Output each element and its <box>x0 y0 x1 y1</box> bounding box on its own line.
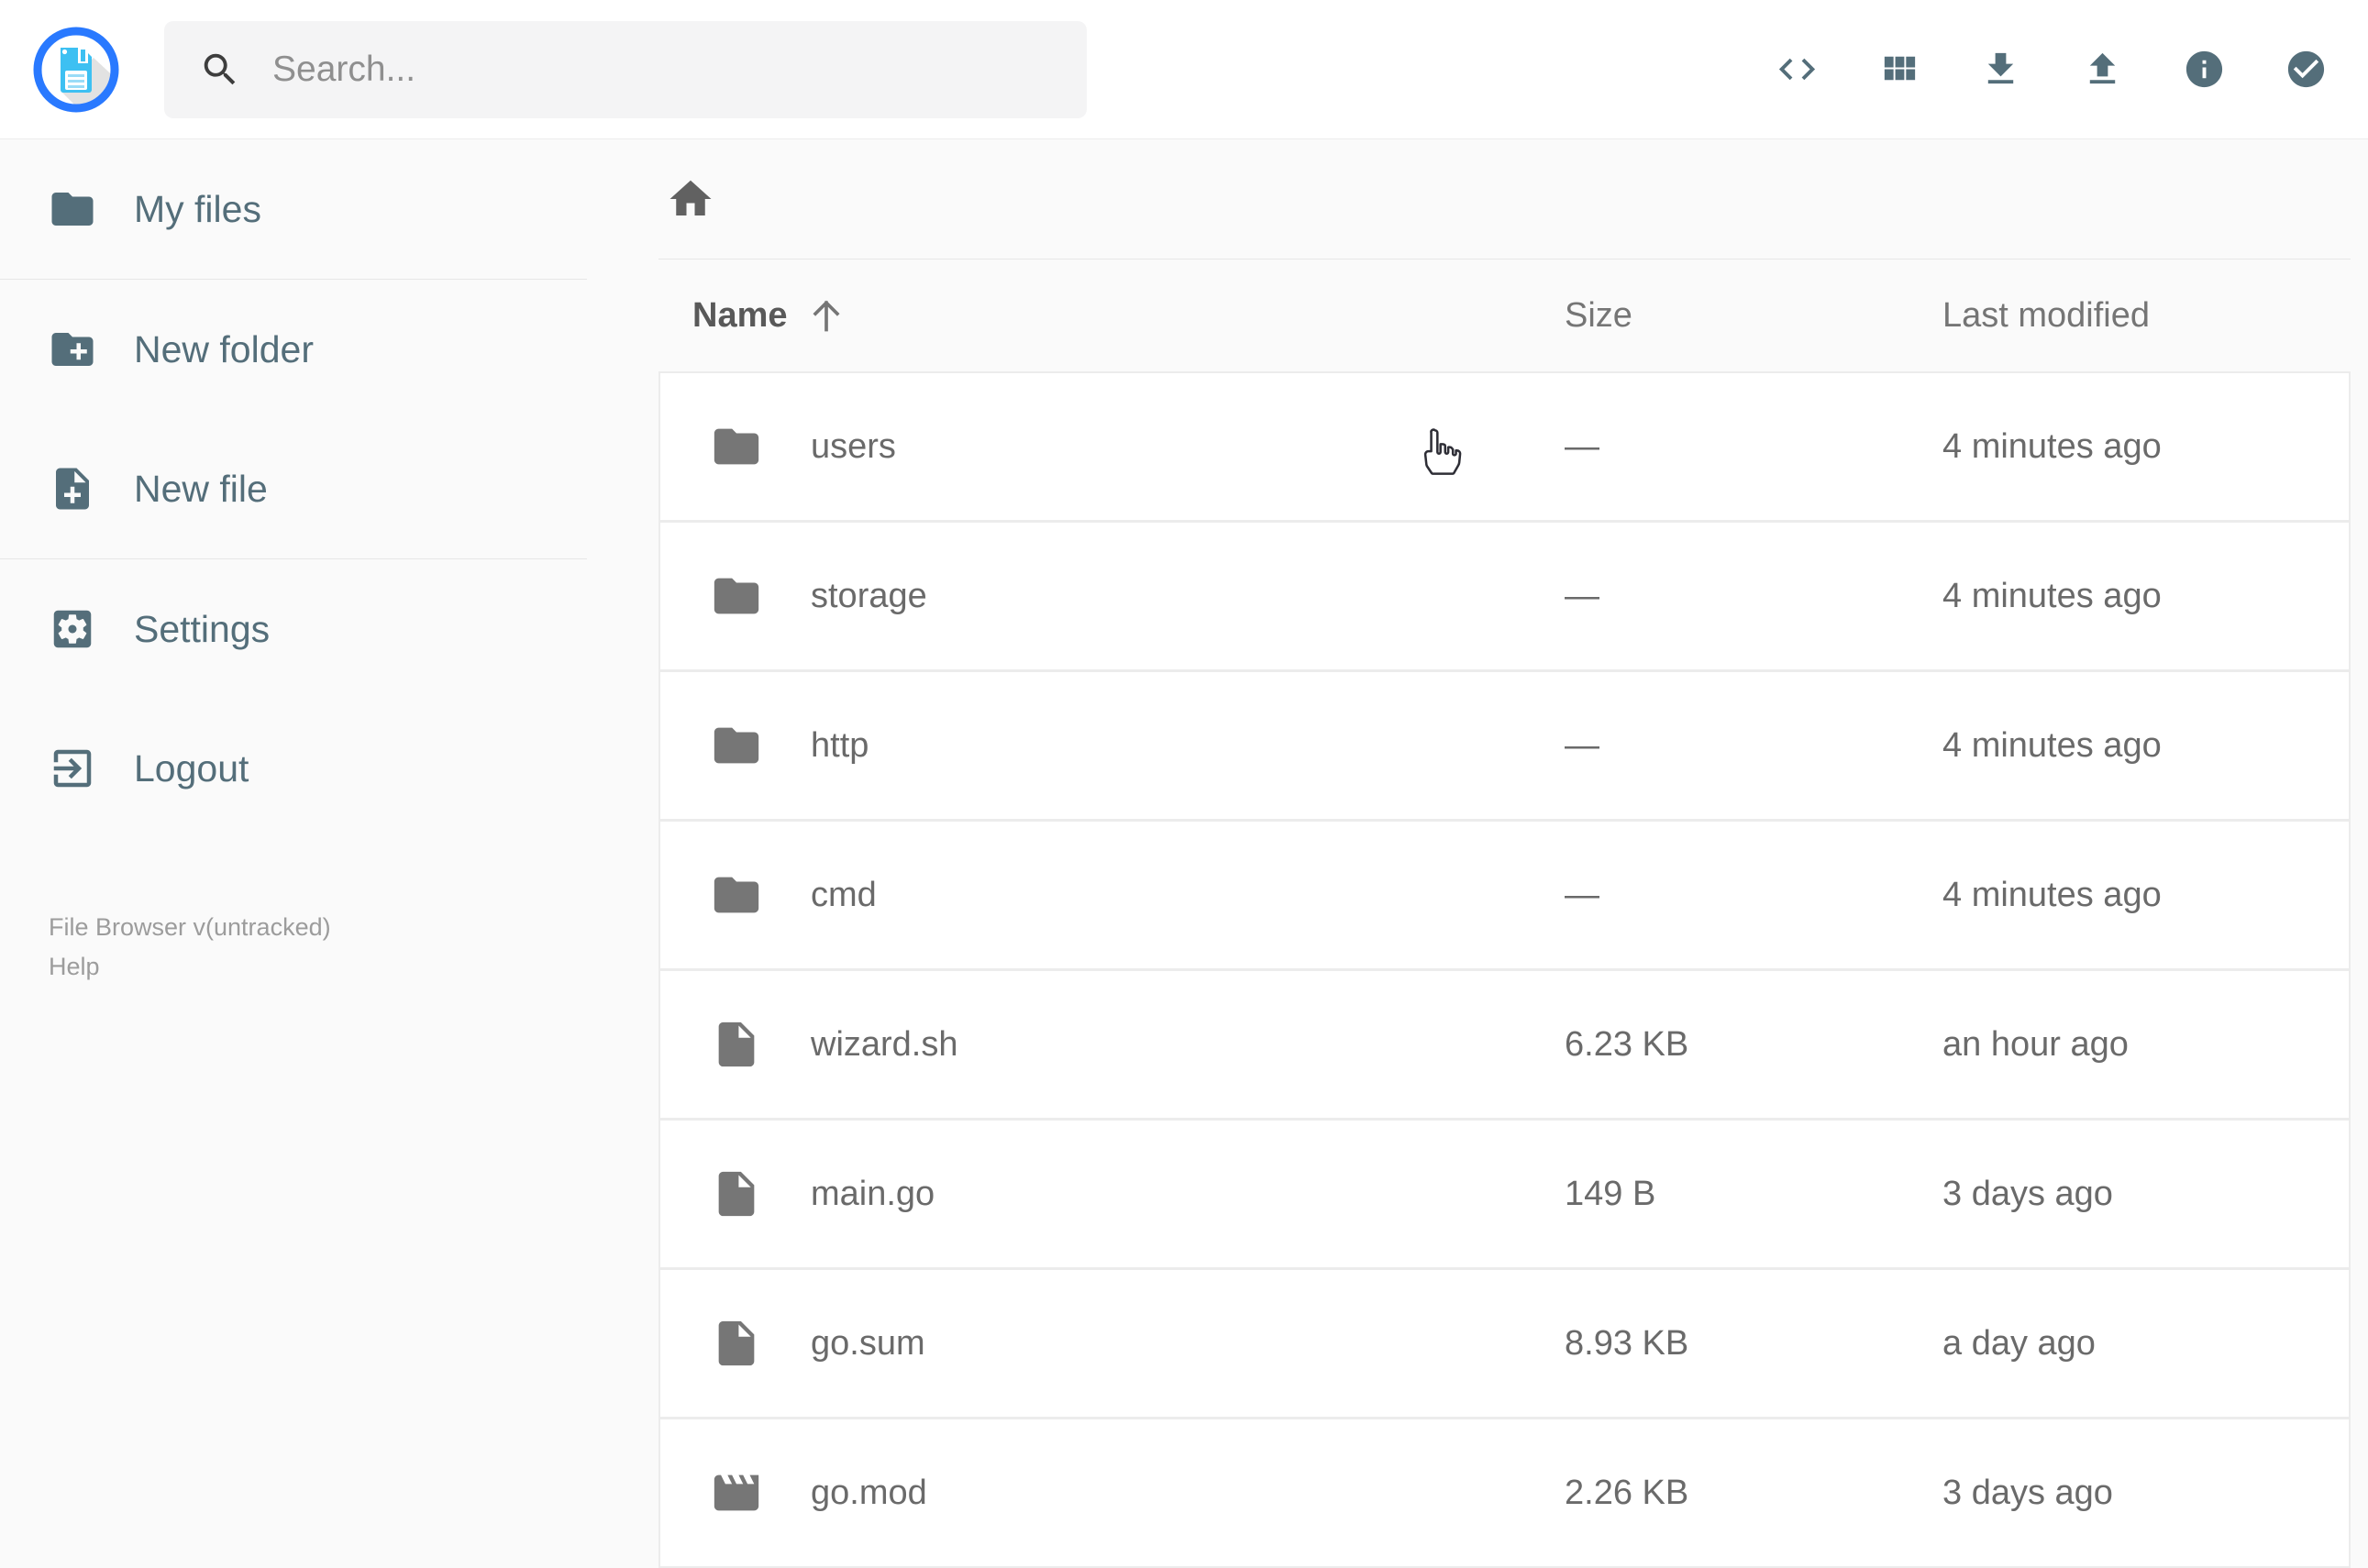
file-name: cmd <box>811 875 877 914</box>
file-plus-icon <box>56 468 89 510</box>
file-modified: 3 days ago <box>1942 1174 2113 1213</box>
app-version: File Browser v(untracked) <box>49 913 331 941</box>
file-name: users <box>811 426 896 466</box>
main-content: Name Size Last modified users — 4 minute… <box>587 139 2368 1568</box>
folder-icon <box>51 193 94 226</box>
file-modified: a day ago <box>1942 1323 2096 1363</box>
grid-view-icon[interactable] <box>1877 48 1920 91</box>
file-size: — <box>1565 725 1599 765</box>
table-row[interactable]: cmd — 4 minutes ago <box>660 819 2349 968</box>
gear-icon <box>53 610 92 648</box>
sidebar-item-label: New folder <box>134 327 314 370</box>
help-link[interactable]: Help <box>49 947 331 987</box>
home-icon[interactable] <box>666 174 715 224</box>
file-listing: users — 4 minutes ago storage — 4 minute… <box>658 371 2351 1568</box>
file-name: go.sum <box>811 1323 925 1363</box>
file-name: http <box>811 725 869 765</box>
sidebar-item-logout[interactable]: Logout <box>0 699 587 838</box>
file-modified: 4 minutes ago <box>1942 875 2162 914</box>
file-name: wizard.sh <box>811 1024 958 1064</box>
file-size: 149 B <box>1565 1174 1656 1213</box>
file-modified: 4 minutes ago <box>1942 576 2162 615</box>
search-input[interactable] <box>271 48 1059 91</box>
file-icon <box>718 1171 755 1217</box>
sidebar-item-label: New file <box>134 467 268 510</box>
column-header-name[interactable]: Name <box>658 295 1565 336</box>
table-row[interactable]: http — 4 minutes ago <box>660 669 2349 819</box>
file-modified: 3 days ago <box>1942 1473 2113 1512</box>
logout-icon <box>53 749 92 788</box>
column-header-modified[interactable]: Last modified <box>1942 296 2351 336</box>
download-icon[interactable] <box>1979 48 2022 91</box>
folder-icon <box>714 727 759 764</box>
file-icon <box>718 1021 755 1067</box>
filebrowser-app: My files New folder New file Settings Lo… <box>0 0 2368 1568</box>
info-icon[interactable] <box>2183 48 2226 91</box>
sidebar-item-settings[interactable]: Settings <box>0 559 587 699</box>
table-row[interactable]: users — 4 minutes ago <box>660 373 2349 520</box>
sidebar-item-new-file[interactable]: New file <box>0 419 587 558</box>
file-size: — <box>1565 576 1599 615</box>
check-circle-icon[interactable] <box>2285 48 2328 91</box>
file-name: go.mod <box>811 1473 927 1512</box>
movie-icon <box>714 1474 759 1511</box>
sidebar-item-label: Settings <box>134 607 271 650</box>
top-header <box>0 0 2368 139</box>
sidebar-item-new-folder[interactable]: New folder <box>0 280 587 419</box>
sidebar-item-label: My files <box>134 187 261 230</box>
search-bar[interactable] <box>164 20 1087 118</box>
table-row[interactable]: go.sum 8.93 KB a day ago <box>660 1267 2349 1417</box>
folder-icon <box>714 578 759 614</box>
file-name: storage <box>811 576 927 615</box>
breadcrumb <box>658 139 2351 259</box>
file-size: 6.23 KB <box>1565 1024 1689 1064</box>
table-row[interactable]: main.go 149 B 3 days ago <box>660 1118 2349 1267</box>
filebrowser-logo-icon[interactable] <box>29 23 123 116</box>
arrow-up-icon <box>806 295 847 336</box>
sidebar: My files New folder New file Settings Lo… <box>0 139 587 1522</box>
file-size: 2.26 KB <box>1565 1473 1689 1512</box>
code-icon[interactable] <box>1776 48 1819 91</box>
table-row[interactable]: storage — 4 minutes ago <box>660 520 2349 669</box>
file-name: main.go <box>811 1174 935 1213</box>
table-row[interactable]: wizard.sh 6.23 KB an hour ago <box>660 968 2349 1118</box>
file-size: — <box>1565 875 1599 914</box>
folder-plus-icon <box>51 333 94 366</box>
file-modified: 4 minutes ago <box>1942 725 2162 765</box>
column-header-size[interactable]: Size <box>1565 296 1942 336</box>
upload-icon[interactable] <box>2081 48 2124 91</box>
search-icon <box>204 53 236 84</box>
file-modified: an hour ago <box>1942 1024 2129 1064</box>
table-row[interactable]: go.mod 2.26 KB 3 days ago <box>660 1417 2349 1566</box>
header-actions <box>1776 48 2328 91</box>
file-size: 8.93 KB <box>1565 1323 1689 1363</box>
sidebar-item-my-files[interactable]: My files <box>0 139 587 279</box>
sidebar-item-label: Logout <box>134 746 249 790</box>
folder-icon <box>714 428 759 465</box>
file-modified: 4 minutes ago <box>1942 426 2162 466</box>
listing-header: Name Size Last modified <box>658 259 2351 371</box>
sidebar-footer: File Browser v(untracked) Help <box>49 908 331 987</box>
file-icon <box>718 1320 755 1366</box>
file-size: — <box>1565 426 1599 466</box>
folder-icon <box>714 877 759 913</box>
